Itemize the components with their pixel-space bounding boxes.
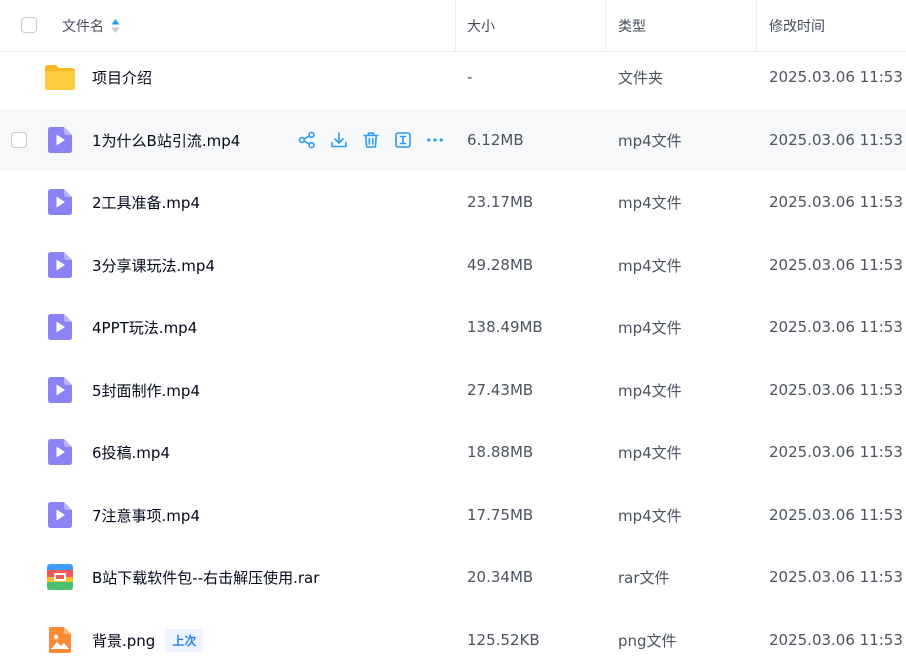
file-size: 17.75MB xyxy=(467,506,534,524)
file-name[interactable]: 5封面制作.mp4 xyxy=(92,359,200,421)
file-type: mp4文件 xyxy=(618,256,682,275)
file-name-cell: 背景.png 上次 xyxy=(92,609,204,667)
table-row[interactable]: 3分享课玩法.mp4 49.28MB mp4文件 2025.03.06 11:5… xyxy=(0,234,906,296)
image-file-icon xyxy=(44,625,76,655)
time-column-label: 修改时间 xyxy=(769,19,825,35)
column-divider[interactable] xyxy=(605,0,606,52)
name-column-header[interactable]: 文件名 xyxy=(62,0,120,52)
column-divider[interactable] xyxy=(455,0,456,52)
video-file-icon xyxy=(44,250,76,280)
file-size: 20.34MB xyxy=(467,568,534,586)
delete-icon[interactable] xyxy=(360,130,381,151)
column-divider[interactable] xyxy=(756,0,757,52)
file-modified-time: 2025.03.06 11:53 xyxy=(769,631,903,649)
file-name[interactable]: 1为什么B站引流.mp4 xyxy=(92,109,240,171)
file-modified-time: 2025.03.06 11:53 xyxy=(769,568,903,586)
file-size: 23.17MB xyxy=(467,193,534,211)
table-row[interactable]: 4PPT玩法.mp4 138.49MB mp4文件 2025.03.06 11:… xyxy=(0,296,906,358)
select-all-checkbox[interactable] xyxy=(21,17,37,33)
time-column-header[interactable]: 修改时间 xyxy=(769,0,825,52)
share-icon[interactable] xyxy=(296,130,317,151)
file-size: - xyxy=(467,68,473,86)
file-type: 文件夹 xyxy=(618,68,664,87)
sort-icon[interactable] xyxy=(111,18,120,34)
table-row[interactable]: 2工具准备.mp4 23.17MB mp4文件 2025.03.06 11:53 xyxy=(0,171,906,233)
file-type: mp4文件 xyxy=(618,131,682,150)
file-size: 49.28MB xyxy=(467,256,534,274)
table-row[interactable]: B站下载软件包--右击解压使用.rar 20.34MB rar文件 2025.0… xyxy=(0,546,906,608)
file-size: 138.49MB xyxy=(467,318,543,336)
more-icon[interactable] xyxy=(424,130,445,151)
size-column-label: 大小 xyxy=(467,19,495,35)
file-modified-time: 2025.03.06 11:53 xyxy=(769,131,903,149)
file-type: mp4文件 xyxy=(618,193,682,212)
rename-icon[interactable] xyxy=(392,130,413,151)
size-column-header[interactable]: 大小 xyxy=(467,0,495,52)
file-name[interactable]: B站下载软件包--右击解压使用.rar xyxy=(92,546,319,608)
video-file-icon xyxy=(44,187,76,217)
download-icon[interactable] xyxy=(328,130,349,151)
table-row[interactable]: 项目介绍 - 文件夹 2025.03.06 11:53 xyxy=(0,46,906,108)
row-checkbox[interactable] xyxy=(11,132,27,148)
file-type: mp4文件 xyxy=(618,318,682,337)
file-name[interactable]: 背景.png xyxy=(92,630,155,651)
file-name[interactable]: 2工具准备.mp4 xyxy=(92,171,200,233)
file-name[interactable]: 3分享课玩法.mp4 xyxy=(92,234,215,296)
file-size: 125.52KB xyxy=(467,631,540,649)
file-size: 6.12MB xyxy=(467,131,524,149)
file-name[interactable]: 4PPT玩法.mp4 xyxy=(92,296,197,358)
video-file-icon xyxy=(44,375,76,405)
video-file-icon xyxy=(44,437,76,467)
name-column-label: 文件名 xyxy=(62,19,104,35)
file-type: mp4文件 xyxy=(618,381,682,400)
file-name[interactable]: 项目介绍 xyxy=(92,46,152,108)
file-modified-time: 2025.03.06 11:53 xyxy=(769,256,903,274)
table-row[interactable]: 7注意事项.mp4 17.75MB mp4文件 2025.03.06 11:53 xyxy=(0,484,906,546)
last-opened-badge: 上次 xyxy=(165,628,204,652)
folder-icon xyxy=(44,62,76,92)
table-header: 文件名 大小 类型 修改时间 xyxy=(0,0,906,52)
file-modified-time: 2025.03.06 11:53 xyxy=(769,318,903,336)
file-name[interactable]: 7注意事项.mp4 xyxy=(92,484,200,546)
file-size: 27.43MB xyxy=(467,381,534,399)
table-row[interactable]: 1为什么B站引流.mp4 6.12MB mp4文件 2025.03.06 11:… xyxy=(0,109,906,171)
file-modified-time: 2025.03.06 11:53 xyxy=(769,381,903,399)
table-row[interactable]: 背景.png 上次 125.52KB png文件 2025.03.06 11:5… xyxy=(0,609,906,667)
file-size: 18.88MB xyxy=(467,443,534,461)
file-type: mp4文件 xyxy=(618,506,682,525)
row-actions xyxy=(296,109,445,171)
file-modified-time: 2025.03.06 11:53 xyxy=(769,68,903,86)
table-row[interactable]: 6投稿.mp4 18.88MB mp4文件 2025.03.06 11:53 xyxy=(0,421,906,483)
file-type: rar文件 xyxy=(618,568,670,587)
file-modified-time: 2025.03.06 11:53 xyxy=(769,506,903,524)
type-column-header[interactable]: 类型 xyxy=(618,0,646,52)
file-type: mp4文件 xyxy=(618,443,682,462)
file-list: 文件名 大小 类型 修改时间 项目介绍 - 文件夹 2025.03.06 11:… xyxy=(0,0,906,667)
video-file-icon xyxy=(44,312,76,342)
video-file-icon xyxy=(44,500,76,530)
type-column-label: 类型 xyxy=(618,19,646,35)
file-name[interactable]: 6投稿.mp4 xyxy=(92,421,170,483)
file-modified-time: 2025.03.06 11:53 xyxy=(769,443,903,461)
file-modified-time: 2025.03.06 11:53 xyxy=(769,193,903,211)
video-file-icon xyxy=(44,125,76,155)
file-type: png文件 xyxy=(618,631,677,650)
archive-file-icon xyxy=(44,562,76,592)
table-row[interactable]: 5封面制作.mp4 27.43MB mp4文件 2025.03.06 11:53 xyxy=(0,359,906,421)
